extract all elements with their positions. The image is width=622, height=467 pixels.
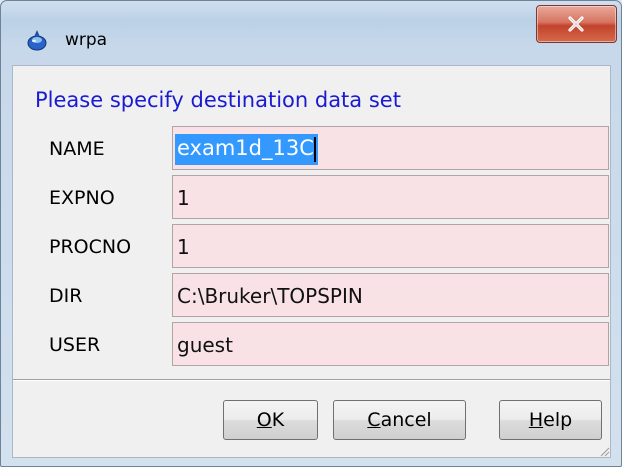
close-button[interactable] [536, 5, 617, 43]
text-caret [313, 136, 316, 162]
dialog-content: Please specify destination data set NAME… [12, 65, 611, 458]
topspin-app-icon [25, 29, 49, 53]
field-row-user: USER guest [13, 322, 610, 369]
title-bar[interactable]: wrpa [1, 1, 621, 59]
cancel-label-rest: ancel [380, 409, 432, 431]
dialog-prompt: Please specify destination data set [35, 88, 401, 112]
field-row-name: NAME exam1d_13C [13, 126, 610, 173]
expno-input[interactable]: 1 [172, 175, 609, 219]
field-row-procno: PROCNO 1 [13, 224, 610, 271]
name-input[interactable]: exam1d_13C [172, 126, 609, 170]
procno-label: PROCNO [49, 236, 132, 258]
button-separator [13, 379, 610, 381]
expno-value: 1 [177, 186, 190, 210]
dir-value: C:\Bruker\TOPSPIN [177, 284, 363, 308]
procno-value: 1 [177, 235, 190, 259]
procno-input[interactable]: 1 [172, 224, 609, 268]
help-label-rest: elp [543, 409, 573, 431]
window-title: wrpa [65, 30, 108, 50]
name-label: NAME [49, 138, 105, 160]
field-row-dir: DIR C:\Bruker\TOPSPIN [13, 273, 610, 320]
dir-input[interactable]: C:\Bruker\TOPSPIN [172, 273, 609, 317]
help-button[interactable]: Help [499, 400, 602, 440]
dialog-window: wrpa Please specify destination data set… [0, 0, 622, 467]
name-value: exam1d_13C [175, 134, 318, 165]
expno-label: EXPNO [49, 187, 115, 209]
ok-label-rest: K [271, 409, 285, 431]
field-row-expno: EXPNO 1 [13, 175, 610, 222]
ok-mnemonic: O [256, 409, 272, 431]
resize-grip-icon[interactable] [598, 445, 610, 457]
user-input[interactable]: guest [172, 322, 609, 366]
help-mnemonic: H [528, 409, 544, 431]
cancel-mnemonic: C [367, 409, 381, 431]
name-value-selected: exam1d_13C [177, 136, 314, 160]
ok-button[interactable]: OK [223, 400, 318, 440]
user-value: guest [177, 333, 233, 357]
close-x-icon [568, 16, 584, 32]
dir-label: DIR [49, 285, 83, 307]
user-label: USER [49, 334, 101, 356]
cancel-button[interactable]: Cancel [333, 400, 466, 440]
